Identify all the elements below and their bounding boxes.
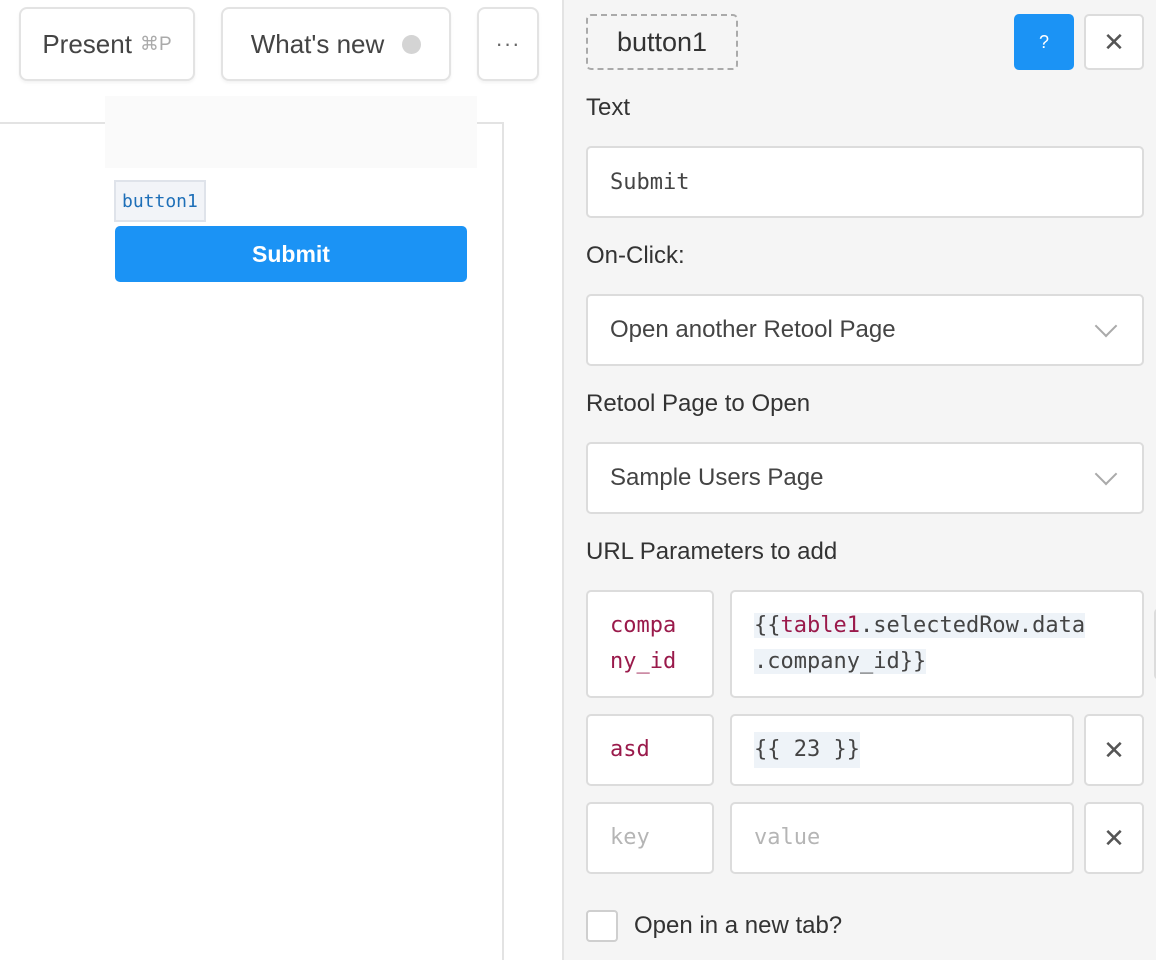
param-value-text: .company_id}} xyxy=(754,649,927,674)
present-label: Present xyxy=(42,28,132,59)
param-key-input[interactable]: compa ny_id xyxy=(586,590,714,698)
key-placeholder: key xyxy=(610,825,650,850)
component-name-tag[interactable]: button1 xyxy=(114,180,206,222)
remove-param-button[interactable]: ✕ xyxy=(1084,714,1144,786)
onclick-select[interactable]: Open another Retool Page xyxy=(586,294,1144,366)
new-param-value-input[interactable]: value xyxy=(730,802,1074,874)
params-label: URL Parameters to add xyxy=(586,538,838,565)
page-label: Retool Page to Open xyxy=(586,390,811,417)
inspector-panel: button1 ? ✕ Text Submit On-Click: Open a… xyxy=(562,0,1156,960)
whats-new-label: What's new xyxy=(250,28,385,59)
more-icon: ··· xyxy=(495,31,521,56)
help-button[interactable]: ? xyxy=(1014,14,1074,70)
onclick-label: On-Click: xyxy=(586,242,685,269)
param-value-text: {{ xyxy=(754,613,781,638)
new-tab-option[interactable]: Open in a new tab? xyxy=(586,910,842,942)
param-value-text: {{ 23 }} xyxy=(754,732,860,768)
chevron-down-icon xyxy=(1094,462,1118,486)
page-select[interactable]: Sample Users Page xyxy=(586,442,1144,514)
param-key-line: ny_id xyxy=(610,649,677,674)
param-value-input[interactable]: {{table1.selectedRow.data .company_id}} xyxy=(730,590,1144,698)
remove-param-button[interactable]: ✕ xyxy=(1084,802,1144,874)
close-inspector-button[interactable]: ✕ xyxy=(1084,14,1144,70)
close-icon: ✕ xyxy=(1103,822,1125,853)
page-value: Sample Users Page xyxy=(610,464,824,491)
component-container xyxy=(105,96,477,168)
new-tab-checkbox[interactable] xyxy=(586,910,618,942)
more-options-button[interactable]: ··· xyxy=(477,7,539,81)
onclick-value: Open another Retool Page xyxy=(610,316,896,343)
close-icon: ✕ xyxy=(1103,734,1125,765)
present-button[interactable]: Present ⌘P xyxy=(19,7,195,81)
text-input[interactable]: Submit xyxy=(586,146,1144,218)
value-placeholder: value xyxy=(754,825,821,850)
canvas-submit-button[interactable]: Submit xyxy=(115,226,467,282)
close-icon: ✕ xyxy=(1103,26,1125,57)
param-key-line: compa xyxy=(610,613,677,638)
notification-dot-icon xyxy=(402,34,422,54)
new-param-key-input[interactable]: key xyxy=(586,802,714,874)
param-value-highlight: table1 xyxy=(780,613,860,638)
component-name-field[interactable]: button1 xyxy=(586,14,738,70)
param-value-input[interactable]: {{ 23 }} xyxy=(730,714,1074,786)
param-key-input[interactable]: asd xyxy=(586,714,714,786)
help-icon: ? xyxy=(1038,31,1049,52)
new-tab-label: Open in a new tab? xyxy=(634,912,843,939)
chevron-down-icon xyxy=(1094,314,1118,338)
present-shortcut: ⌘P xyxy=(139,33,172,55)
text-label: Text xyxy=(586,94,631,121)
whats-new-button[interactable]: What's new xyxy=(221,7,451,81)
param-value-text: .selectedRow.data xyxy=(859,613,1086,638)
